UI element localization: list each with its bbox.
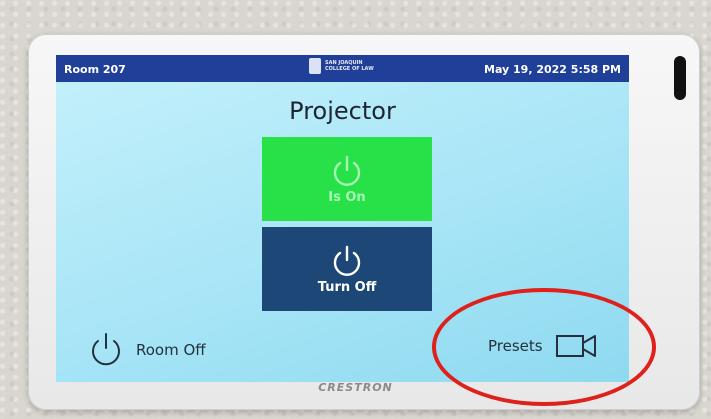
off-tile-label: Turn Off — [317, 279, 377, 295]
logo-line-2: COLLEGE OF LAW — [325, 66, 374, 72]
room-label: Room 207 — [64, 63, 126, 76]
turn-off-button[interactable]: Turn Off — [262, 227, 432, 311]
camera-sensor — [674, 56, 686, 100]
page-title: Projector — [289, 97, 396, 125]
school-seal-icon — [309, 58, 321, 74]
power-icon — [92, 333, 120, 366]
highlight-annotation-circle — [432, 288, 656, 406]
power-icon — [333, 245, 361, 276]
projector-on-button[interactable]: Is On — [262, 137, 432, 221]
date-time: May 19, 2022 5:58 PM — [484, 63, 621, 76]
school-logo: SAN JOAQUIN COLLEGE OF LAW — [309, 58, 374, 74]
on-tile-label: Is On — [328, 189, 366, 205]
room-off-label: Room Off — [136, 341, 206, 359]
room-off-button[interactable]: Room Off — [88, 331, 206, 369]
power-icon — [333, 155, 361, 186]
header-bar: Room 207 SAN JOAQUIN COLLEGE OF LAW May … — [56, 55, 629, 82]
